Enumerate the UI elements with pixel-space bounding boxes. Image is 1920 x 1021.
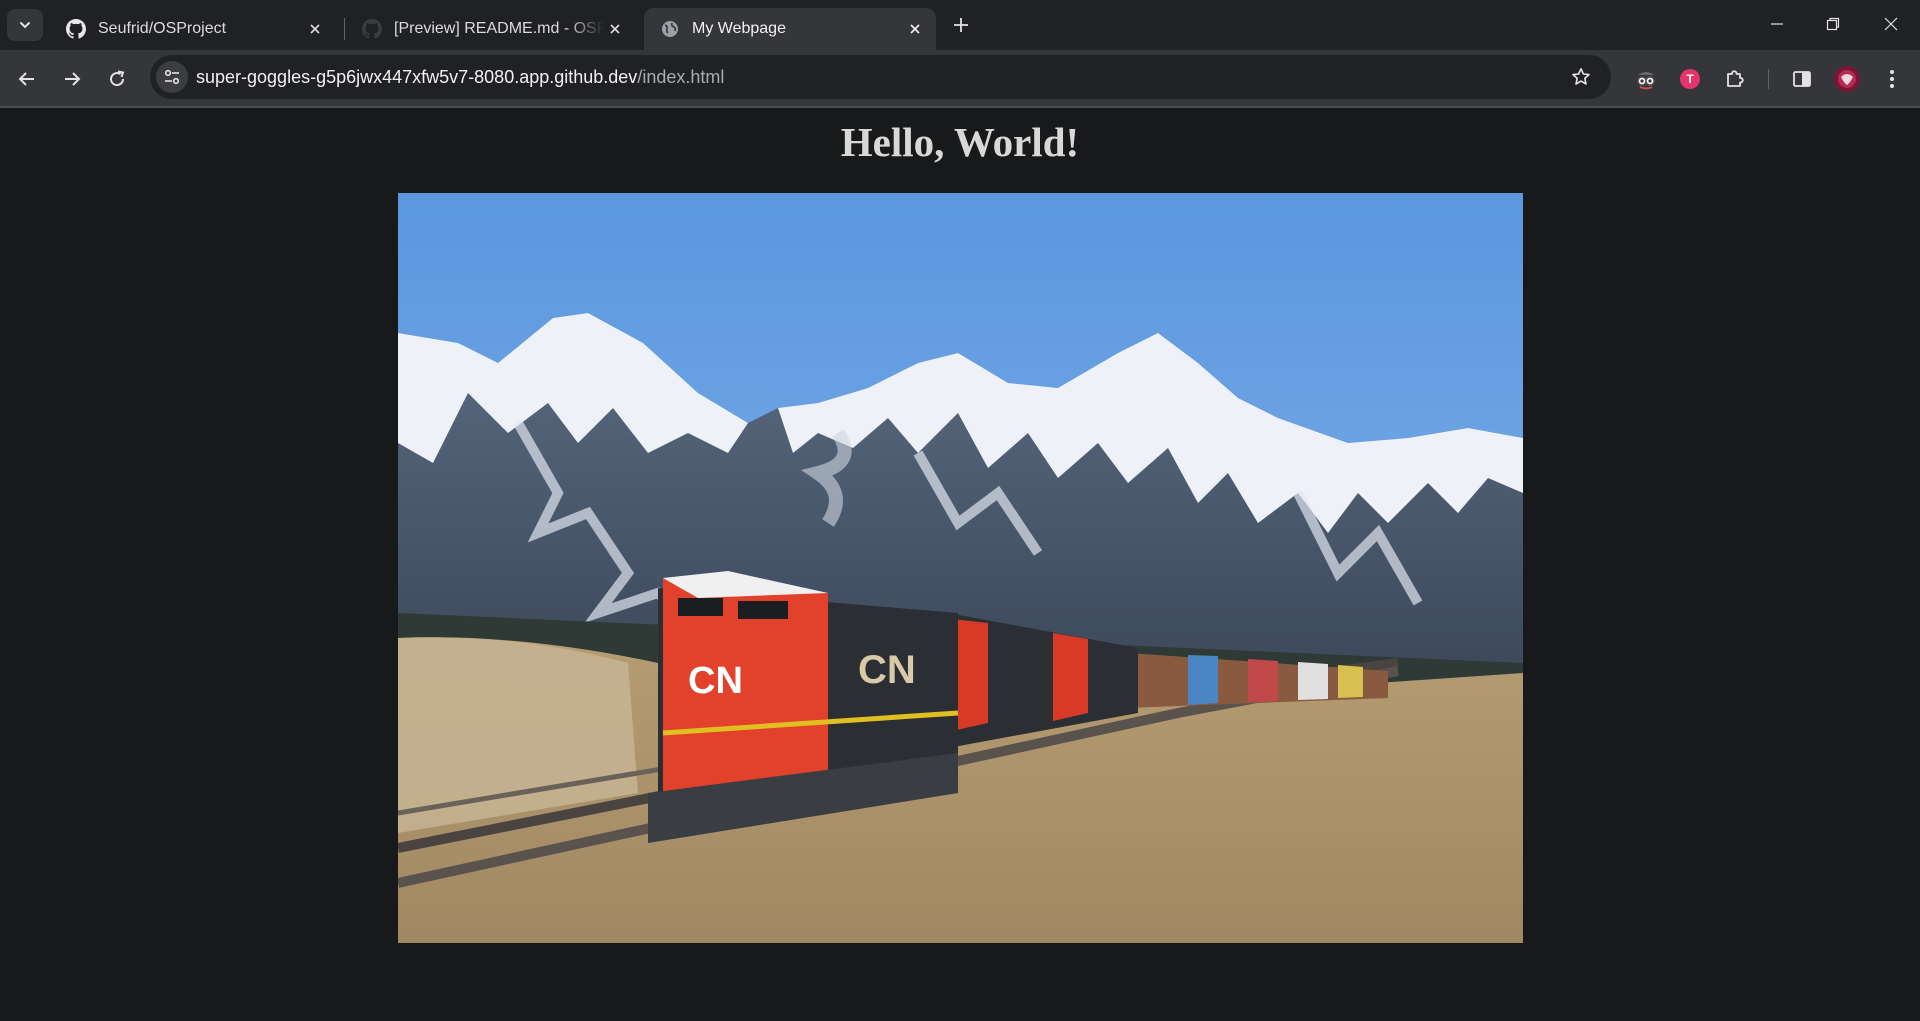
reload-button[interactable]: [101, 63, 133, 95]
reload-icon: [110, 70, 125, 87]
url-host: super-goggles-g5p6jwx447xfw5v7-8080.app.…: [196, 67, 638, 87]
tab-title: [Preview] README.md - OSProject: [394, 20, 604, 37]
svg-text:CN: CN: [858, 648, 916, 692]
tab-title: My Webpage: [692, 20, 786, 37]
t-extension-label: T: [1686, 72, 1694, 86]
tab-search-button[interactable]: [7, 9, 43, 41]
tab-separator: [344, 18, 345, 40]
t-extension-icon[interactable]: T: [1674, 63, 1706, 95]
side-panel-icon[interactable]: [1786, 63, 1818, 95]
extensions-puzzle-icon[interactable]: [1719, 63, 1751, 95]
profile-avatar[interactable]: [1831, 63, 1863, 95]
chevron-down-icon: [20, 22, 30, 29]
arrow-right-icon: [65, 72, 81, 86]
close-icon[interactable]: [604, 18, 626, 40]
tab-title: Seufrid/OSProject: [98, 20, 227, 37]
url-path: /index.html: [637, 67, 725, 87]
tab-my-webpage[interactable]: My Webpage: [644, 8, 936, 50]
tab-strip: Seufrid/OSProject [Preview] README.md - …: [0, 0, 1920, 50]
github-icon: [362, 19, 382, 39]
tab-readme-preview[interactable]: [Preview] README.md - OSProject: [346, 8, 636, 50]
menu-kebab-icon[interactable]: [1876, 63, 1908, 95]
bookmark-star-icon[interactable]: [1569, 65, 1593, 89]
forward-button[interactable]: [56, 63, 88, 95]
new-tab-button[interactable]: [948, 12, 974, 38]
site-info-button[interactable]: [156, 61, 188, 93]
address-bar[interactable]: super-goggles-g5p6jwx447xfw5v7-8080.app.…: [150, 55, 1611, 99]
restore-button[interactable]: [1804, 0, 1862, 48]
svg-text:CN: CN: [688, 660, 743, 702]
github-icon: [66, 19, 86, 39]
window-close-button[interactable]: [1862, 0, 1920, 48]
url-text[interactable]: super-goggles-g5p6jwx447xfw5v7-8080.app.…: [196, 67, 724, 88]
plus-icon: [954, 18, 968, 32]
train-photo: CN CN: [398, 193, 1523, 943]
page-viewport: Hello, World! CN CN: [0, 108, 1920, 1021]
back-button[interactable]: [11, 63, 43, 95]
tune-icon: [164, 69, 180, 85]
page-heading: Hello, World!: [840, 119, 1080, 165]
arrow-left-icon: [18, 72, 34, 86]
restore-icon: [1826, 17, 1840, 31]
browser-toolbar: super-goggles-g5p6jwx447xfw5v7-8080.app.…: [0, 50, 1920, 108]
minimize-icon: [1771, 23, 1783, 25]
close-icon[interactable]: [304, 18, 326, 40]
close-icon: [1884, 17, 1898, 31]
tab-github-repo[interactable]: Seufrid/OSProject: [50, 8, 336, 50]
close-icon[interactable]: [904, 18, 926, 40]
spy-extension-icon[interactable]: [1630, 63, 1662, 95]
globe-icon: [660, 19, 680, 39]
toolbar-divider: [1768, 69, 1769, 89]
minimize-button[interactable]: [1748, 0, 1806, 48]
